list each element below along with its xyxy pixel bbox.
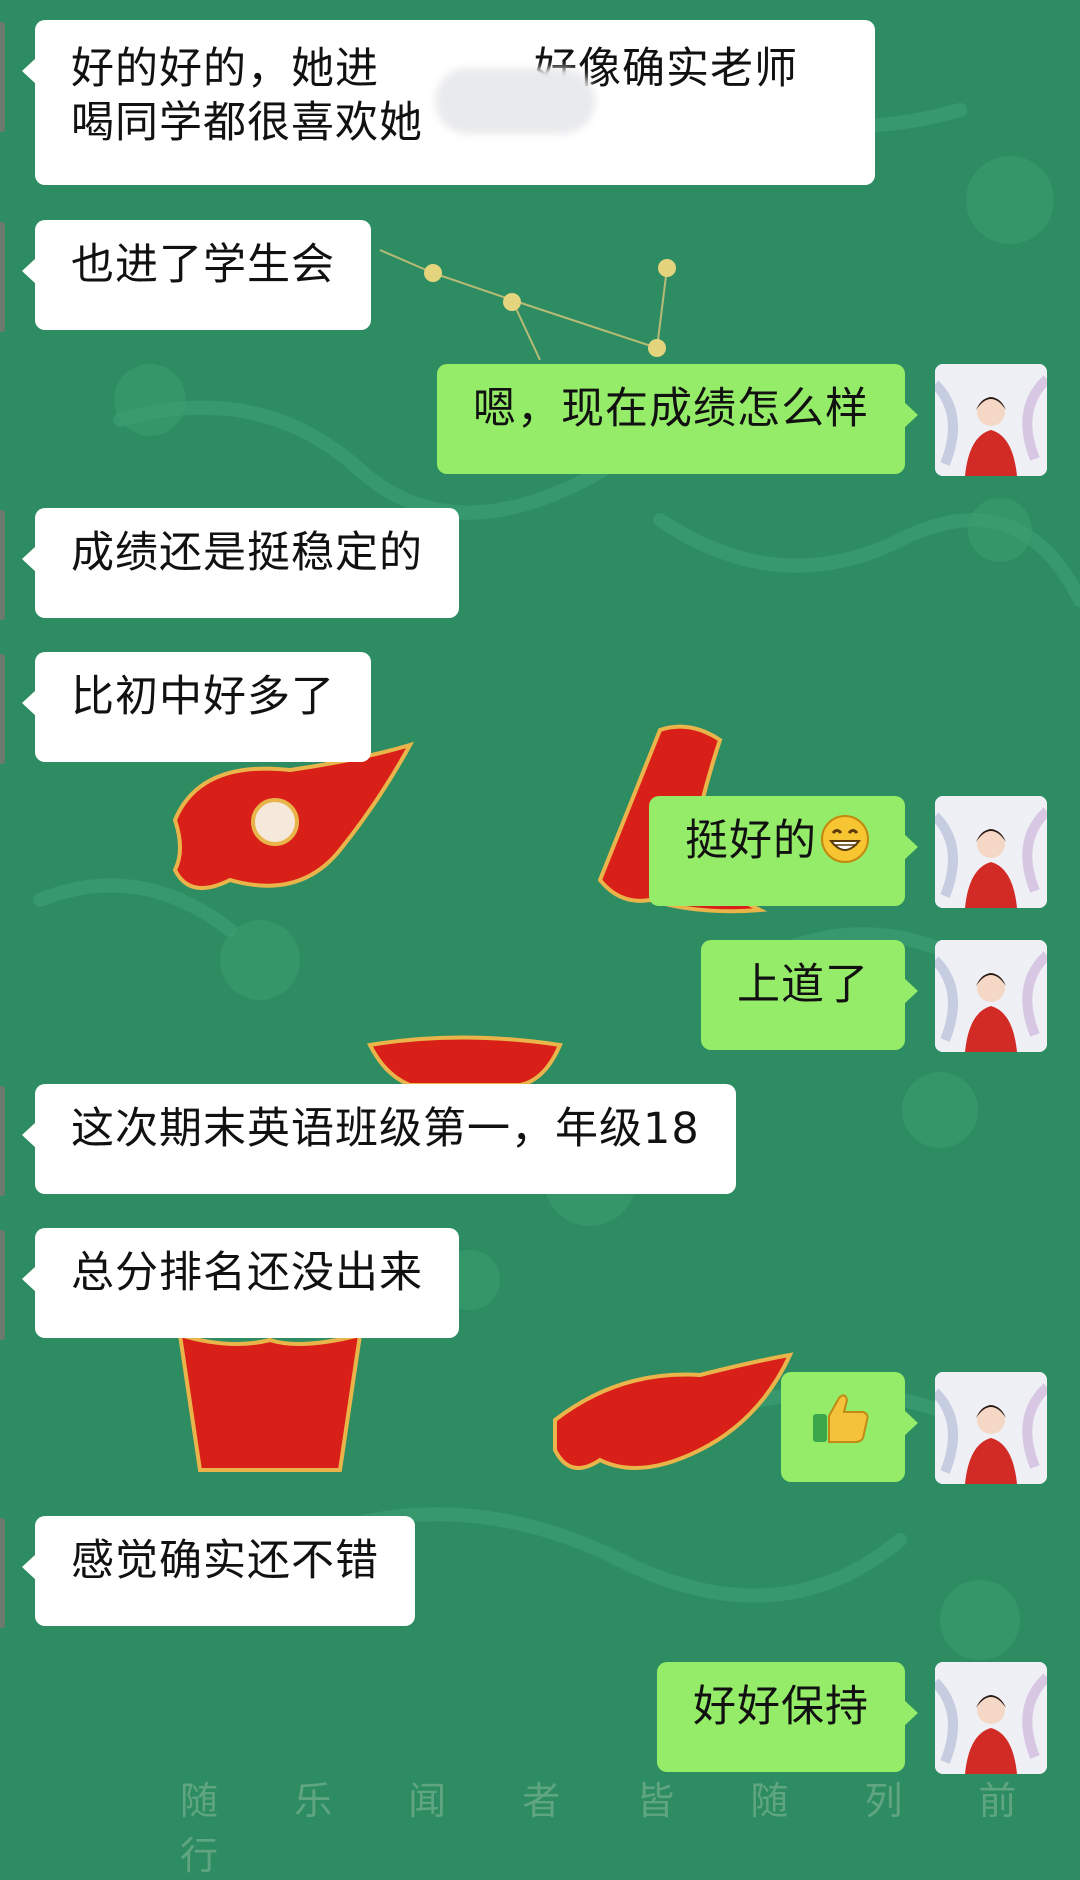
grinning-face-icon — [821, 815, 869, 863]
user-avatar[interactable] — [935, 1662, 1047, 1774]
user-avatar[interactable] — [935, 364, 1047, 476]
contact-avatar-edge[interactable] — [0, 1518, 5, 1628]
avatar-portrait-icon — [935, 796, 1047, 908]
message-bubble-outgoing[interactable]: 好好保持 — [657, 1662, 918, 1772]
message-text: 这次期末英语班级第一，年级18 — [71, 1104, 700, 1154]
contact-avatar-edge[interactable] — [0, 1086, 5, 1196]
thumbs-up-icon — [811, 1390, 871, 1444]
avatar-portrait-icon — [935, 940, 1047, 1052]
contact-avatar-edge[interactable] — [0, 654, 5, 764]
message-bubble-incoming[interactable]: 比初中好多了 — [22, 652, 371, 762]
message-text: 上道了 — [737, 960, 869, 1010]
message-bubble-outgoing[interactable] — [781, 1372, 918, 1482]
message-bubble-incoming[interactable]: 成绩还是挺稳定的 — [22, 508, 459, 618]
avatar-portrait-icon — [935, 1662, 1047, 1774]
message-bubble-incoming[interactable]: 好的好的，她进 好像确实老师 喝同学都很喜欢她 — [22, 20, 875, 185]
message-text: 感觉确实还不错 — [71, 1536, 379, 1586]
message-bubble-incoming[interactable]: 总分排名还没出来 — [22, 1228, 459, 1338]
message-text: 嗯，现在成绩怎么样 — [473, 384, 869, 434]
message-bubble-outgoing[interactable]: 上道了 — [701, 940, 918, 1050]
message-text: 总分排名还没出来 — [71, 1248, 423, 1298]
message-bubble-outgoing[interactable]: 嗯，现在成绩怎么样 — [437, 364, 918, 474]
message-text: 好好保持 — [693, 1682, 869, 1732]
contact-avatar-edge[interactable] — [0, 1230, 5, 1340]
avatar-portrait-icon — [935, 364, 1047, 476]
contact-avatar-edge[interactable] — [0, 22, 5, 132]
message-bubble-incoming[interactable]: 也进了学生会 — [22, 220, 371, 330]
background-caption: 随 乐 闻 者 皆 随 列 前 行 — [180, 1779, 1049, 1878]
user-avatar[interactable] — [935, 1372, 1047, 1484]
avatar-portrait-icon — [935, 1372, 1047, 1484]
message-text: 成绩还是挺稳定的 — [71, 528, 423, 578]
message-text: 好的好的，她进 — [71, 44, 379, 94]
message-text: 也进了学生会 — [71, 240, 335, 290]
redaction-blur — [435, 68, 595, 134]
message-bubble-outgoing[interactable]: 挺好的 — [649, 796, 918, 906]
message-text: 比初中好多了 — [71, 672, 335, 722]
contact-avatar-edge[interactable] — [0, 222, 5, 332]
user-avatar[interactable] — [935, 796, 1047, 908]
message-bubble-incoming[interactable]: 感觉确实还不错 — [22, 1516, 415, 1626]
contact-avatar-edge[interactable] — [0, 510, 5, 620]
message-bubble-incoming[interactable]: 这次期末英语班级第一，年级18 — [22, 1084, 736, 1194]
message-text: 挺好的 — [685, 816, 817, 866]
user-avatar[interactable] — [935, 940, 1047, 1052]
